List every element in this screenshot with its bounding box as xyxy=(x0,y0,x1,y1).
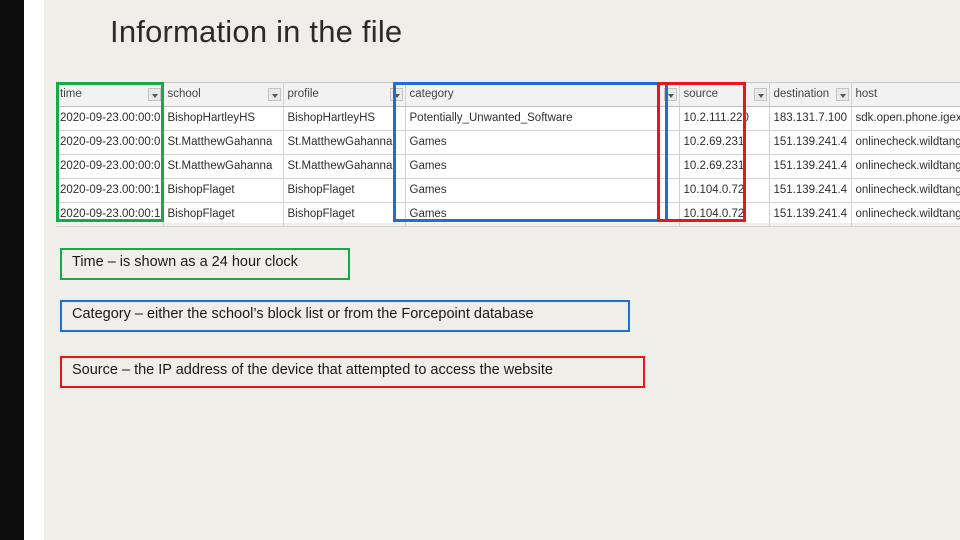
caption-source: Source – the IP address of the device th… xyxy=(60,356,680,388)
cell-source: 10.2.69.231 xyxy=(679,130,770,155)
filter-dropdown-icon[interactable] xyxy=(147,88,161,101)
slide-left-light-bar xyxy=(24,0,44,540)
column-header-source[interactable]: source xyxy=(679,83,770,107)
cell-school: BishopFlaget xyxy=(163,178,284,203)
cell-time: 2020-09-23.00:00:12 xyxy=(56,202,164,227)
cell-destination: 151.139.241.4 xyxy=(769,178,852,203)
cell-destination: 151.139.241.4 xyxy=(769,154,852,179)
column-header-profile-label: profile xyxy=(287,88,319,100)
cell-profile: BishopHartleyHS xyxy=(283,106,406,131)
cell-time: 2020-09-23.00:00:02 xyxy=(56,106,164,131)
table-row: 2020-09-23.00:00:12 BishopFlaget BishopF… xyxy=(56,202,960,227)
cell-source: 10.104.0.72 xyxy=(679,202,770,227)
cell-source: 10.2.69.231 xyxy=(679,154,770,179)
cell-school: BishopFlaget xyxy=(163,202,284,227)
caption-category-text: Category – either the school’s block lis… xyxy=(72,306,534,322)
cell-host: onlinecheck.wildtangent.com xyxy=(851,154,960,179)
cell-time: 2020-09-23.00:00:07 xyxy=(56,154,164,179)
column-header-time-label: time xyxy=(60,88,82,100)
cell-profile: BishopFlaget xyxy=(283,202,406,227)
cell-destination: 151.139.241.4 xyxy=(769,130,852,155)
cell-category: Games xyxy=(405,154,680,179)
cell-time: 2020-09-23.00:00:07 xyxy=(56,130,164,155)
filter-dropdown-icon[interactable] xyxy=(663,88,677,101)
cell-category: Games xyxy=(405,130,680,155)
cell-profile: St.MatthewGahanna xyxy=(283,130,406,155)
slide-left-dark-bar xyxy=(0,0,24,540)
column-header-host[interactable]: host xyxy=(851,83,960,107)
column-header-category[interactable]: category xyxy=(405,83,680,107)
cell-school: BishopHartleyHS xyxy=(163,106,284,131)
filter-dropdown-icon[interactable] xyxy=(835,88,849,101)
column-header-school[interactable]: school xyxy=(163,83,284,107)
cell-host: sdk.open.phone.igexin.com xyxy=(851,106,960,131)
table-row: 2020-09-23.00:00:07 St.MatthewGahanna St… xyxy=(56,130,960,155)
column-header-time[interactable]: time xyxy=(56,83,164,107)
cell-host: onlinecheck.wildtangent.com xyxy=(851,178,960,203)
table-row: 2020-09-23.00:00:02 BishopHartleyHS Bish… xyxy=(56,106,960,131)
cell-host: onlinecheck.wildtangent.com xyxy=(851,202,960,227)
caption-category: Category – either the school’s block lis… xyxy=(60,300,680,332)
column-header-category-label: category xyxy=(409,88,454,100)
cell-destination: 151.139.241.4 xyxy=(769,202,852,227)
cell-category: Games xyxy=(405,202,680,227)
cell-host: onlinecheck.wildtangent.com xyxy=(851,130,960,155)
filter-dropdown-icon[interactable] xyxy=(753,88,767,101)
caption-source-text: Source – the IP address of the device th… xyxy=(72,362,553,378)
page-title: Information in the file xyxy=(110,14,403,49)
caption-time-text: Time – is shown as a 24 hour clock xyxy=(72,254,298,270)
column-header-destination-label: destination xyxy=(773,88,830,100)
cell-source: 10.104.0.72 xyxy=(679,178,770,203)
column-header-destination[interactable]: destination xyxy=(769,83,852,107)
log-table: time school profile category source dest… xyxy=(56,83,960,227)
cell-profile: St.MatthewGahanna xyxy=(283,154,406,179)
caption-time: Time – is shown as a 24 hour clock xyxy=(60,248,620,280)
spreadsheet-screenshot: time school profile category source dest… xyxy=(56,82,960,227)
cell-source: 10.2.111.220 xyxy=(679,106,770,131)
table-row: 2020-09-23.00:00:12 BishopFlaget BishopF… xyxy=(56,178,960,203)
filter-dropdown-icon[interactable] xyxy=(267,88,281,101)
cell-time: 2020-09-23.00:00:12 xyxy=(56,178,164,203)
cell-school: St.MatthewGahanna xyxy=(163,154,284,179)
cell-category: Games xyxy=(405,178,680,203)
cell-category: Potentially_Unwanted_Software xyxy=(405,106,680,131)
cell-school: St.MatthewGahanna xyxy=(163,130,284,155)
column-header-host-label: host xyxy=(855,88,878,100)
table-header-row: time school profile category source dest… xyxy=(56,83,960,107)
column-header-school-label: school xyxy=(167,88,201,100)
cell-destination: 183.131.7.100 xyxy=(769,106,852,131)
column-header-profile[interactable]: profile xyxy=(283,83,406,107)
filter-dropdown-icon[interactable] xyxy=(389,88,403,101)
table-row: 2020-09-23.00:00:07 St.MatthewGahanna St… xyxy=(56,154,960,179)
column-header-source-label: source xyxy=(683,88,719,100)
cell-profile: BishopFlaget xyxy=(283,178,406,203)
